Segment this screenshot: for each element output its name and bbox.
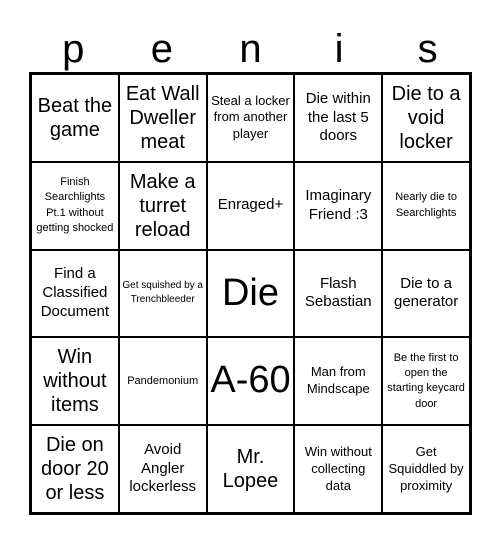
- bingo-cell-text: Die on door 20 or less: [40, 434, 109, 505]
- bingo-cell[interactable]: Be the first to open the starting keycar…: [382, 337, 470, 426]
- bingo-cell-text: Enraged+: [217, 196, 284, 214]
- bingo-cell-text: Man from Mindscape: [306, 364, 370, 397]
- bingo-cell-text: Nearly die to Searchlights: [395, 191, 457, 219]
- bingo-cell-text: Mr. Lopee: [222, 446, 279, 493]
- bingo-cell[interactable]: Mr. Lopee: [206, 425, 295, 513]
- bingo-grid: Beat the game Eat Wall Dweller meat Steal …: [29, 72, 472, 515]
- bingo-cell[interactable]: Die to a generator: [382, 249, 470, 338]
- bingo-cell-text: Die to a void locker: [391, 82, 461, 153]
- bingo-cell[interactable]: Beat the game: [31, 74, 119, 162]
- bingo-cell[interactable]: Nearly die to Searchlights: [382, 161, 470, 250]
- bingo-cell[interactable]: Pandemonium: [118, 337, 207, 426]
- bingo-cell[interactable]: Get squished by a Trenchbleeder: [118, 249, 207, 338]
- header-letter: i: [334, 27, 344, 71]
- bingo-cell-text: Die: [221, 271, 279, 314]
- bingo-cell[interactable]: Eat Wall Dweller meat: [118, 74, 207, 162]
- bingo-cell-text: Flash Sebastian: [304, 274, 372, 311]
- bingo-cell-text: Beat the game: [37, 94, 113, 141]
- bingo-cell[interactable]: Die on door 20 or less: [31, 425, 119, 513]
- bingo-cell[interactable]: Steal a locker from another player: [206, 74, 295, 162]
- bingo-cell[interactable]: Flash Sebastian: [294, 249, 383, 338]
- bingo-cell[interactable]: Imaginary Friend :3: [294, 161, 383, 250]
- header-letter: n: [239, 27, 262, 71]
- bingo-cell[interactable]: Enraged+: [206, 161, 295, 250]
- bingo-cell[interactable]: Win without items: [31, 337, 119, 426]
- bingo-cell-text: Get squished by a Trenchbleeder: [122, 279, 203, 306]
- bingo-cell-text: Be the first to open the starting keycar…: [387, 351, 465, 410]
- bingo-cell-text: Win without items: [43, 346, 107, 417]
- bingo-cell-text: Imaginary Friend :3: [305, 186, 372, 223]
- bingo-cell-text: Win without collecting data: [304, 443, 372, 493]
- header-letter: e: [150, 27, 174, 71]
- bingo-cell[interactable]: Win without collecting data: [294, 425, 383, 513]
- bingo-cell[interactable]: Finish Searchlights Pt.1 without getting…: [31, 161, 119, 250]
- bingo-cell[interactable]: Die: [206, 249, 295, 338]
- bingo-cell-text: Eat Wall Dweller meat: [125, 82, 200, 153]
- bingo-cell[interactable]: Avoid Angler lockerless: [118, 425, 207, 513]
- bingo-cell-text: Die to a generator: [393, 274, 459, 311]
- bingo-cell[interactable]: A-60: [206, 337, 295, 426]
- header-letter: s: [417, 27, 438, 71]
- bingo-cell-text: Make a turret reload: [129, 170, 196, 241]
- bingo-cell-text: Die within the last 5 doors: [305, 89, 371, 145]
- bingo-header: p e n i s: [29, 26, 472, 72]
- bingo-cell[interactable]: Make a turret reload: [118, 161, 207, 250]
- bingo-cell-text: Get Squiddled by proximity: [388, 443, 464, 493]
- bingo-cell-text: Find a Classified Document: [40, 265, 110, 320]
- bingo-cell[interactable]: Die within the last 5 doors: [294, 74, 383, 162]
- bingo-cell-text: A-60: [210, 359, 291, 402]
- bingo-cell-text: Steal a locker from another player: [211, 92, 290, 142]
- bingo-cell-text: Avoid Angler lockerless: [129, 440, 197, 496]
- header-letter: p: [62, 27, 85, 71]
- bingo-cell-text: Pandemonium: [127, 374, 199, 387]
- bingo-cell-text: Finish Searchlights Pt.1 without getting…: [36, 175, 114, 235]
- bingo-cell[interactable]: Get Squiddled by proximity: [382, 425, 470, 513]
- bingo-cell[interactable]: Man from Mindscape: [294, 337, 383, 426]
- bingo-cell[interactable]: Find a Classified Document: [31, 249, 119, 338]
- bingo-cell[interactable]: Die to a void locker: [382, 74, 470, 162]
